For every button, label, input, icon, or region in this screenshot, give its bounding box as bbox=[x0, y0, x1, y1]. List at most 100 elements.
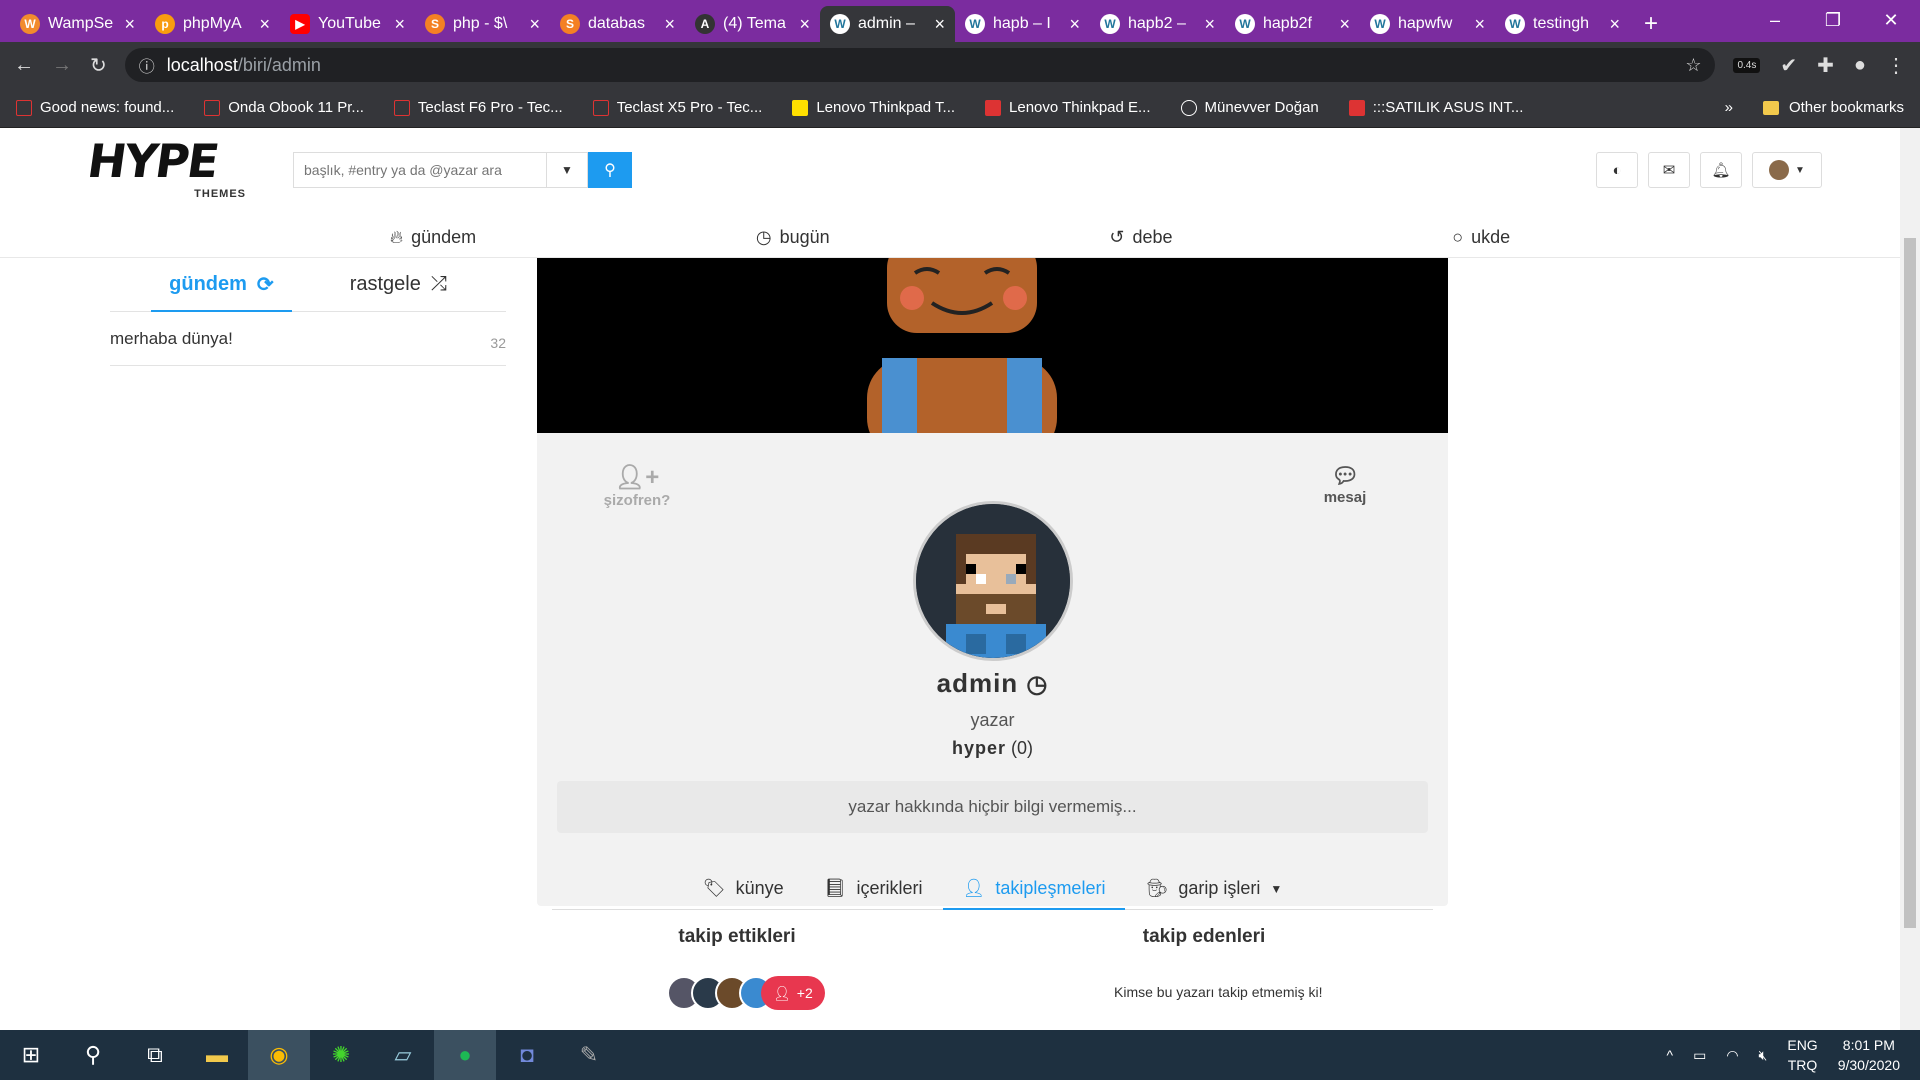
profile-avatar-icon[interactable]: ● bbox=[1854, 54, 1866, 77]
theme-toggle-button[interactable]: ◐ bbox=[1596, 152, 1638, 188]
search-button[interactable]: ⚲ bbox=[588, 152, 632, 188]
razer-icon[interactable]: ✺ bbox=[310, 1030, 372, 1080]
browser-tab[interactable]: Wtestingh × bbox=[1495, 6, 1630, 42]
bookmark-label: Lenovo Thinkpad T... bbox=[816, 99, 956, 116]
search-icon[interactable]: ⚲ bbox=[62, 1030, 124, 1080]
nav-item-bugun[interactable]: ◷ bugün bbox=[756, 216, 830, 258]
other-bookmarks[interactable]: » Other bookmarks bbox=[1725, 99, 1904, 116]
bookmark-star-icon[interactable]: ☆ bbox=[1685, 55, 1701, 76]
reload-icon[interactable]: ↻ bbox=[90, 53, 107, 78]
info-icon[interactable]: ⓘ bbox=[139, 53, 155, 77]
restore-icon[interactable]: ❐ bbox=[1804, 0, 1862, 40]
envelope-icon: ✉ bbox=[1662, 162, 1676, 179]
tab-icerikleri[interactable]: 📘︎ içerikleri bbox=[804, 868, 943, 909]
tab-title: WampSe bbox=[48, 15, 114, 32]
close-icon[interactable]: × bbox=[934, 14, 945, 35]
bookmark-item[interactable]: :::SATILIK ASUS INT... bbox=[1348, 99, 1523, 116]
scrollbar-thumb[interactable] bbox=[1904, 238, 1916, 928]
profile-card: 👤︎+ şizofren? 💬︎ mesaj admin ◷ yazar hyp… bbox=[537, 258, 1448, 1010]
browser-tab[interactable]: Whapb2f × bbox=[1225, 6, 1360, 42]
browser-tab[interactable]: Whapb – I × bbox=[955, 6, 1090, 42]
bookmark-item[interactable]: Lenovo Thinkpad T... bbox=[792, 99, 955, 116]
volume-muted-icon[interactable]: 🔇︎ bbox=[1759, 1047, 1768, 1064]
sidebar: gündem ⟳ rastgele ⤮ merhaba dünya! 32 bbox=[110, 258, 506, 366]
close-icon[interactable]: × bbox=[394, 14, 405, 35]
topic-list-item[interactable]: merhaba dünya! 32 bbox=[110, 312, 506, 366]
tab-garip-isleri[interactable]: 🕵︎ garip işleri ▼ bbox=[1125, 868, 1302, 909]
language-indicator[interactable]: ENG TRQ bbox=[1787, 1035, 1817, 1075]
close-icon[interactable]: × bbox=[259, 14, 270, 35]
windows-start-icon[interactable]: ⊞ bbox=[0, 1030, 62, 1080]
bookmark-item[interactable]: Onda Obook 11 Pr... bbox=[204, 99, 364, 116]
minimize-icon[interactable]: – bbox=[1746, 0, 1804, 40]
menu-dots-icon[interactable]: ⋮ bbox=[1886, 53, 1906, 78]
bookmark-item[interactable]: Münevver Doğan bbox=[1180, 99, 1319, 116]
clock-icon[interactable]: ◷ bbox=[1026, 671, 1048, 698]
more-bookmarks-chevron-icon[interactable]: » bbox=[1725, 99, 1733, 116]
battery-icon[interactable]: ▭ bbox=[1693, 1047, 1706, 1064]
browser-tab[interactable]: W WampSe × bbox=[10, 6, 145, 42]
browser-tab[interactable]: ▶ YouTube × bbox=[280, 6, 415, 42]
forward-icon[interactable]: → bbox=[52, 54, 72, 77]
profile-avatar[interactable] bbox=[913, 501, 1073, 661]
browser-tab[interactable]: Whapb2 – × bbox=[1090, 6, 1225, 42]
close-icon[interactable]: × bbox=[1204, 14, 1215, 35]
notifications-button[interactable]: 🔔︎ bbox=[1700, 152, 1742, 188]
following-avatars: 👤︎ +2 bbox=[667, 976, 825, 1010]
nav-item-gundem[interactable]: 🔥︎ gündem bbox=[390, 216, 476, 258]
spotify-icon[interactable]: ● bbox=[434, 1030, 496, 1080]
chevron-up-icon[interactable]: ^ bbox=[1667, 1047, 1674, 1063]
close-icon[interactable]: × bbox=[1069, 14, 1080, 35]
extension-timer-icon[interactable]: 0.4s bbox=[1733, 57, 1761, 73]
topic-title[interactable]: merhaba dünya! bbox=[110, 329, 233, 349]
new-tab-button[interactable]: + bbox=[1644, 6, 1658, 42]
tab-takiplesmeleri[interactable]: 👤︎ takipleşmeleri bbox=[942, 868, 1126, 910]
puzzle-icon[interactable]: ✚ bbox=[1817, 53, 1834, 78]
close-icon[interactable]: × bbox=[799, 14, 810, 35]
bookmark-item[interactable]: Good news: found... bbox=[16, 99, 174, 116]
page-scrollbar[interactable] bbox=[1900, 128, 1920, 1030]
task-view-icon[interactable]: ⧉ bbox=[124, 1030, 186, 1080]
close-icon[interactable]: × bbox=[124, 14, 135, 35]
user-menu-button[interactable]: ▼ bbox=[1752, 152, 1822, 188]
tab-kunye[interactable]: 🏷︎ künye bbox=[683, 868, 804, 909]
paint-icon[interactable]: ✎ bbox=[558, 1030, 620, 1080]
message-action-button[interactable]: 💬︎ mesaj bbox=[1285, 463, 1405, 506]
follow-action-button[interactable]: 👤︎+ şizofren? bbox=[577, 463, 697, 509]
notepad-icon[interactable]: ▱ bbox=[372, 1030, 434, 1080]
refresh-icon[interactable]: ⟳ bbox=[257, 272, 274, 297]
discord-icon[interactable]: ◘ bbox=[496, 1030, 558, 1080]
tab-gundem[interactable]: gündem ⟳ bbox=[151, 258, 292, 312]
close-icon[interactable]: × bbox=[664, 14, 675, 35]
wifi-icon[interactable]: ◠ bbox=[1726, 1047, 1738, 1064]
search-input[interactable] bbox=[293, 152, 546, 188]
bookmark-item[interactable]: Teclast X5 Pro - Tec... bbox=[592, 99, 762, 116]
site-logo[interactable]: HYPE THEMES bbox=[84, 134, 248, 200]
close-icon[interactable]: × bbox=[1474, 14, 1485, 35]
close-icon[interactable]: × bbox=[529, 14, 540, 35]
nav-item-ukde[interactable]: ○ ukde bbox=[1452, 216, 1510, 258]
extension-check-icon[interactable]: ✔ bbox=[1780, 53, 1797, 78]
file-explorer-icon[interactable]: ▬ bbox=[186, 1030, 248, 1080]
back-icon[interactable]: ← bbox=[14, 54, 34, 77]
chrome-icon[interactable]: ◉ bbox=[248, 1030, 310, 1080]
clock[interactable]: 8:01 PM 9/30/2020 bbox=[1838, 1035, 1900, 1075]
url-bar[interactable]: ⓘ localhost/biri/admin ☆ bbox=[124, 48, 1716, 82]
bookmark-item[interactable]: Teclast F6 Pro - Tec... bbox=[393, 99, 563, 116]
search-options-dropdown[interactable]: ▼ bbox=[546, 152, 588, 188]
browser-tab[interactable]: p phpMyA × bbox=[145, 6, 280, 42]
tab-rastgele[interactable]: rastgele ⤮ bbox=[332, 258, 465, 311]
nav-item-debe[interactable]: ↺ debe bbox=[1109, 216, 1172, 258]
close-icon[interactable]: × bbox=[1339, 14, 1350, 35]
browser-tab-active[interactable]: Wadmin – × bbox=[820, 6, 955, 42]
badge-name: hyper bbox=[951, 738, 1006, 758]
messages-button[interactable]: ✉ bbox=[1648, 152, 1690, 188]
browser-tab[interactable]: A (4) Tema × bbox=[685, 6, 820, 42]
browser-tab[interactable]: Sphp - $\ × bbox=[415, 6, 550, 42]
close-window-icon[interactable]: ✕ bbox=[1862, 0, 1920, 40]
close-icon[interactable]: × bbox=[1609, 14, 1620, 35]
browser-tab[interactable]: Sdatabas × bbox=[550, 6, 685, 42]
more-following-button[interactable]: 👤︎ +2 bbox=[761, 976, 825, 1010]
browser-tab[interactable]: Whapwfw × bbox=[1360, 6, 1495, 42]
bookmark-item[interactable]: Lenovo Thinkpad E... bbox=[985, 99, 1151, 116]
